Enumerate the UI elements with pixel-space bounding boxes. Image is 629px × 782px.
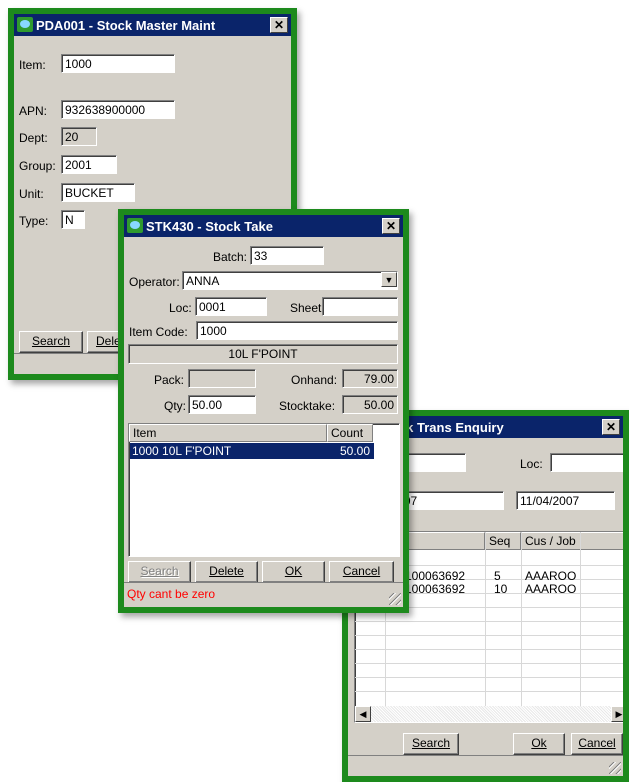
loc-label: Loc: [169, 301, 192, 315]
row-cus-job: AAAROO [525, 582, 577, 596]
item-field[interactable]: 1000 [61, 54, 175, 73]
item-label: Item: [19, 58, 46, 72]
dept-field: 20 [61, 127, 97, 146]
row-ref: 100063692 [405, 569, 466, 583]
loc-field[interactable]: 0001 [195, 297, 267, 316]
qty-label: Qty: [164, 399, 187, 413]
stocktake-field: 50.00 [342, 395, 398, 414]
onhand-field: 79.00 [342, 369, 398, 388]
cancel-button[interactable]: Cancel [329, 561, 394, 583]
sheet-label: Sheet: [290, 301, 325, 315]
stock-master-titlebar[interactable]: PDA001 - Stock Master Maint ✕ [14, 14, 291, 36]
table-row[interactable]: 1000 10L F'POINT 50.00 [130, 443, 374, 459]
pack-label: Pack: [154, 373, 185, 387]
stock-take-window: STK430 - Stock Take ✕ Batch: 33 Operator… [118, 209, 409, 613]
search-button[interactable]: Search [128, 561, 191, 583]
horizontal-scrollbar[interactable]: ◀ ▶ [355, 706, 623, 722]
qty-field[interactable]: 50.00 [188, 395, 256, 414]
status-bar: Qty cant be zero [124, 582, 403, 607]
group-label: Group: [19, 159, 56, 173]
app-icon [17, 17, 33, 32]
close-button[interactable]: ✕ [602, 419, 620, 435]
unit-field[interactable]: BUCKET [61, 183, 135, 202]
column-header-seq[interactable]: Seq [485, 532, 521, 550]
search-button[interactable]: Search [19, 331, 83, 353]
row-ref: 100063692 [405, 582, 466, 596]
ok-button[interactable]: Ok [513, 733, 565, 755]
column-header-count[interactable]: Count [327, 424, 373, 442]
operator-select[interactable]: ANNA ▼ [182, 271, 398, 290]
stock-take-titlebar[interactable]: STK430 - Stock Take ✕ [124, 215, 403, 237]
loc-label: Loc: [520, 457, 543, 471]
operator-value: ANNA [186, 274, 220, 288]
item-code-label: Item Code: [129, 325, 188, 339]
cancel-button[interactable]: Cancel [571, 733, 623, 755]
delete-button[interactable]: Delete [195, 561, 258, 583]
column-header-item[interactable]: Item [129, 424, 327, 442]
pack-field [188, 369, 256, 388]
window-title: PDA001 - Stock Master Maint [36, 18, 216, 33]
scroll-right-icon[interactable]: ▶ [611, 706, 623, 722]
row-seq: 10 [494, 582, 508, 596]
chevron-down-icon[interactable]: ▼ [381, 272, 397, 287]
row-count: 50.00 [339, 444, 370, 458]
stocktake-label: Stocktake: [279, 399, 336, 413]
type-label: Type: [19, 214, 49, 228]
group-field[interactable]: 2001 [61, 155, 117, 174]
stock-take-grid[interactable]: Item Count 1000 10L F'POINT 50.00 [128, 423, 400, 557]
operator-label: Operator: [129, 275, 180, 289]
batch-field[interactable]: 33 [250, 246, 324, 265]
row-seq: 5 [494, 569, 501, 583]
status-message: Qty cant be zero [127, 587, 216, 601]
item-code-field[interactable]: 1000 [196, 321, 398, 340]
ok-button[interactable]: OK [262, 561, 325, 583]
close-button[interactable]: ✕ [270, 17, 288, 33]
unit-label: Unit: [19, 187, 44, 201]
stock-take-body: STK430 - Stock Take ✕ Batch: 33 Operator… [124, 215, 403, 607]
search-button[interactable]: Search [403, 733, 459, 755]
close-button[interactable]: ✕ [382, 218, 400, 234]
dept-label: Dept: [19, 131, 48, 145]
apn-label: APN: [19, 104, 48, 118]
type-field[interactable]: N [61, 210, 85, 229]
scroll-left-icon[interactable]: ◀ [355, 706, 371, 722]
app-icon [127, 218, 143, 233]
item-description: 10L F'POINT [128, 344, 398, 364]
status-bar [348, 755, 623, 776]
column-header-cus-job[interactable]: Cus / Job [521, 532, 623, 550]
date-to-field[interactable]: 11/04/2007 [516, 491, 615, 510]
onhand-label: Onhand: [291, 373, 338, 387]
batch-label: Batch: [213, 250, 248, 264]
row-item: 1000 10L F'POINT [132, 444, 232, 458]
resize-grip-icon[interactable] [609, 762, 621, 774]
resize-grip-icon[interactable] [389, 593, 401, 605]
window-title: STK430 - Stock Take [146, 219, 273, 234]
loc-field[interactable] [550, 453, 623, 472]
sheet-field[interactable] [322, 297, 398, 316]
row-cus-job: AAAROO [525, 569, 577, 583]
apn-field[interactable]: 932638900000 [61, 100, 175, 119]
